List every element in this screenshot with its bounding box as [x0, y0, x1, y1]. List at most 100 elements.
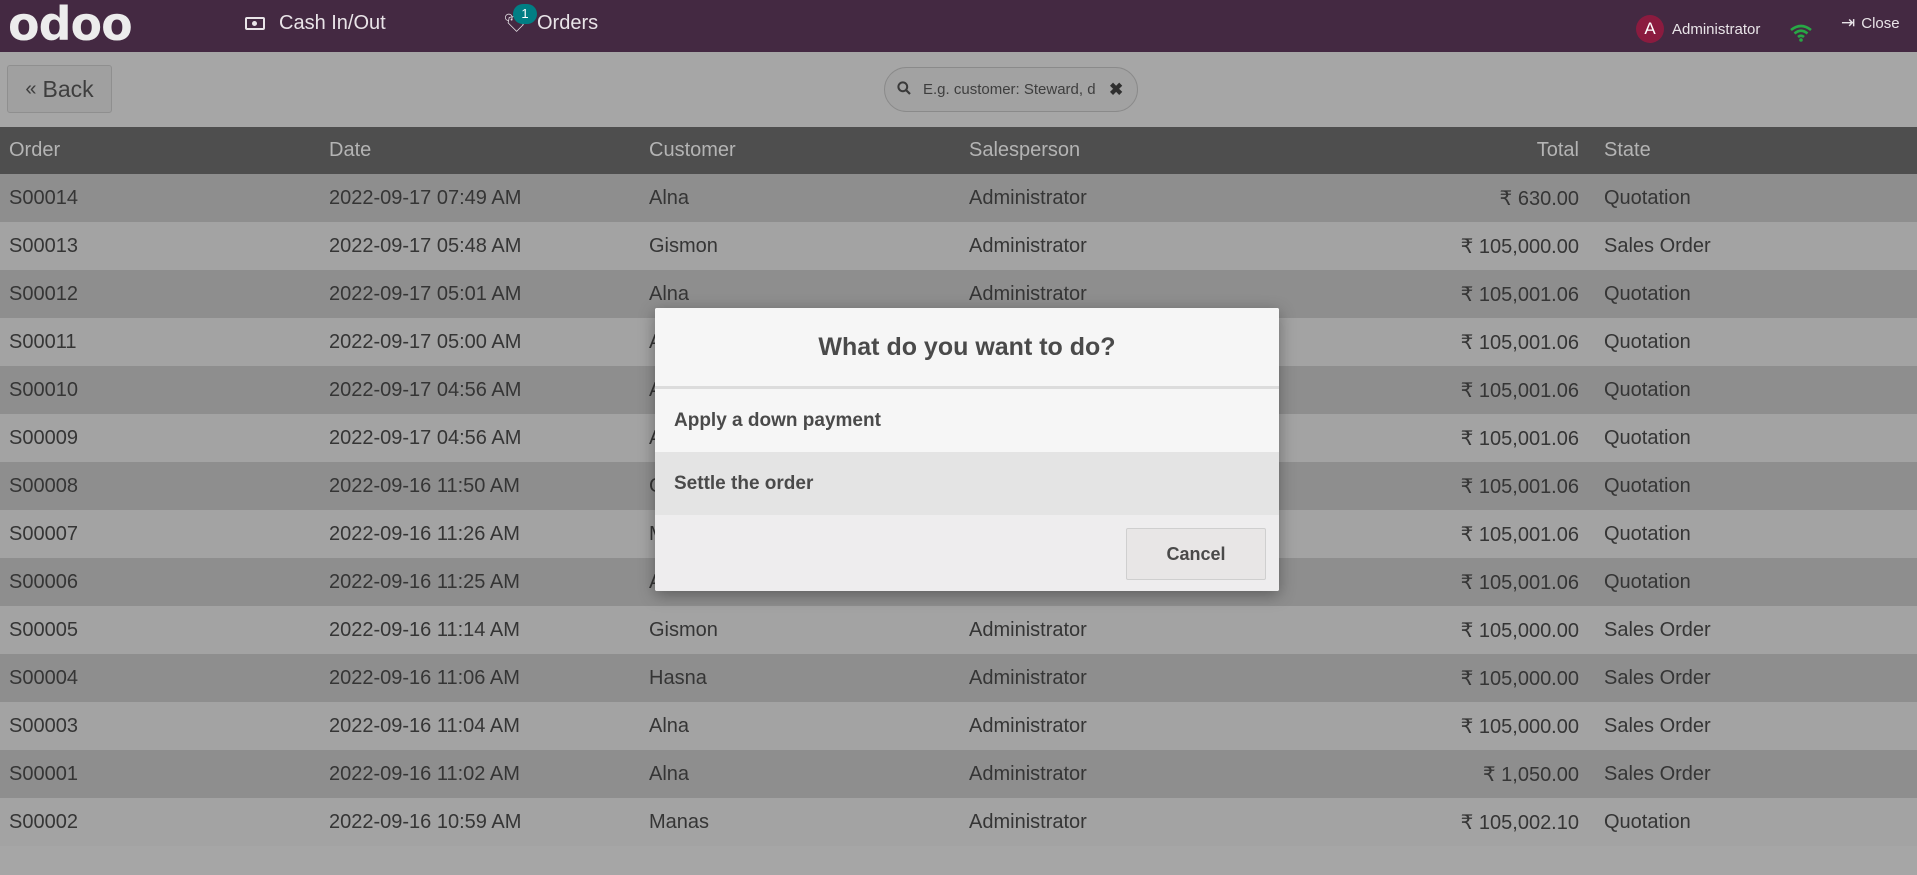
cell-salesperson: Administrator	[960, 750, 1280, 798]
table-row[interactable]: S00014 2022-09-17 07:49 AM Alna Administrat…	[0, 174, 1917, 222]
cell-customer: Alna	[640, 750, 960, 798]
cell-date: 2022-09-17 04:56 AM	[320, 366, 640, 414]
cell-total: ₹ 105,000.00	[1280, 654, 1579, 702]
cell-date: 2022-09-16 11:50 AM	[320, 462, 640, 510]
cell-state: Quotation	[1579, 414, 1917, 462]
cell-order: S00009	[0, 414, 320, 462]
cell-customer: Gismon	[640, 606, 960, 654]
table-row[interactable]: S00003 2022-09-16 11:04 AM Alna Administrat…	[0, 702, 1917, 750]
cell-date: 2022-09-17 07:49 AM	[320, 174, 640, 222]
cell-order: S00008	[0, 462, 320, 510]
header-salesperson: Salesperson	[960, 127, 1280, 174]
table-row[interactable]: S00004 2022-09-16 11:06 AM Hasna Administra…	[0, 654, 1917, 702]
cancel-button[interactable]: Cancel	[1126, 528, 1266, 580]
settle-order-option[interactable]: Settle the order	[655, 452, 1279, 515]
top-navbar: odoo Cash In/Out 🏷︎ Orders 1 A Administr…	[0, 0, 1917, 52]
cell-total: ₹ 105,000.00	[1280, 606, 1579, 654]
cell-total: ₹ 105,000.00	[1280, 222, 1579, 270]
cell-order: S00001	[0, 750, 320, 798]
double-chevron-left-icon: «	[25, 77, 37, 100]
cell-total: ₹ 630.00	[1280, 174, 1579, 222]
cell-state: Quotation	[1579, 462, 1917, 510]
clear-search-icon[interactable]: ✖	[1109, 80, 1123, 100]
cell-salesperson: Administrator	[960, 222, 1280, 270]
cell-date: 2022-09-17 05:01 AM	[320, 270, 640, 318]
table-row[interactable]: S00002 2022-09-16 10:59 AM Manas Administra…	[0, 798, 1917, 846]
cell-customer: Gismon	[640, 222, 960, 270]
dialog-footer: Cancel	[655, 515, 1279, 591]
cell-date: 2022-09-16 11:25 AM	[320, 558, 640, 606]
header-customer: Customer	[640, 127, 960, 174]
apply-down-payment-option[interactable]: Apply a down payment	[655, 389, 1279, 452]
cell-total: ₹ 105,001.06	[1280, 558, 1579, 606]
dialog-title: What do you want to do?	[655, 308, 1279, 389]
control-bar: « Back ✖	[0, 52, 1917, 127]
cell-salesperson: Administrator	[960, 654, 1280, 702]
cell-order: S00002	[0, 798, 320, 846]
cell-order: S00013	[0, 222, 320, 270]
cell-order: S00007	[0, 510, 320, 558]
table-row[interactable]: S00001 2022-09-16 11:02 AM Alna Administrat…	[0, 750, 1917, 798]
cell-order: S00006	[0, 558, 320, 606]
cell-date: 2022-09-16 11:04 AM	[320, 702, 640, 750]
cell-total: ₹ 105,001.06	[1280, 510, 1579, 558]
cell-customer: Manas	[640, 798, 960, 846]
search-input[interactable]	[921, 80, 1103, 99]
cell-total: ₹ 105,000.00	[1280, 702, 1579, 750]
orders-count-badge: 1	[513, 4, 537, 24]
close-label: Close	[1861, 14, 1900, 32]
cash-in-out-label: Cash In/Out	[279, 12, 386, 34]
avatar: A	[1636, 15, 1664, 43]
cell-date: 2022-09-17 05:00 AM	[320, 318, 640, 366]
header-date: Date	[320, 127, 640, 174]
cell-date: 2022-09-16 11:26 AM	[320, 510, 640, 558]
cell-order: S00003	[0, 702, 320, 750]
table-row[interactable]: S00005 2022-09-16 11:14 AM Gismon Administr…	[0, 606, 1917, 654]
action-dialog: What do you want to do? Apply a down pay…	[655, 308, 1279, 591]
cell-state: Sales Order	[1579, 654, 1917, 702]
cell-salesperson: Administrator	[960, 798, 1280, 846]
cell-state: Sales Order	[1579, 222, 1917, 270]
cell-total: ₹ 105,001.06	[1280, 366, 1579, 414]
header-total: Total	[1280, 127, 1579, 174]
cell-date: 2022-09-16 11:02 AM	[320, 750, 640, 798]
cell-state: Quotation	[1579, 510, 1917, 558]
cell-state: Sales Order	[1579, 702, 1917, 750]
search-box[interactable]: ✖	[884, 67, 1138, 112]
cell-order: S00005	[0, 606, 320, 654]
cell-total: ₹ 105,001.06	[1280, 462, 1579, 510]
cell-date: 2022-09-17 05:48 AM	[320, 222, 640, 270]
table-row[interactable]: S00013 2022-09-17 05:48 AM Gismon Administr…	[0, 222, 1917, 270]
cell-date: 2022-09-16 10:59 AM	[320, 798, 640, 846]
cell-state: Quotation	[1579, 558, 1917, 606]
cell-total: ₹ 105,001.06	[1280, 414, 1579, 462]
user-name: Administrator	[1672, 20, 1761, 38]
cell-order: S00012	[0, 270, 320, 318]
cell-state: Quotation	[1579, 318, 1917, 366]
money-icon	[245, 16, 265, 30]
cell-total: ₹ 105,001.06	[1280, 270, 1579, 318]
cash-in-out-button[interactable]: Cash In/Out	[245, 0, 386, 46]
back-label: Back	[42, 75, 94, 102]
close-button[interactable]: ⇥ Close	[1841, 0, 1900, 46]
cell-state: Quotation	[1579, 798, 1917, 846]
cell-date: 2022-09-16 11:06 AM	[320, 654, 640, 702]
sign-out-icon: ⇥	[1841, 13, 1856, 32]
table-header-row: Order Date Customer Salesperson Total St…	[0, 127, 1917, 174]
cell-date: 2022-09-17 04:56 AM	[320, 414, 640, 462]
cell-salesperson: Administrator	[960, 702, 1280, 750]
cell-total: ₹ 1,050.00	[1280, 750, 1579, 798]
cell-customer: Alna	[640, 174, 960, 222]
cell-state: Sales Order	[1579, 750, 1917, 798]
odoo-logo: odoo	[8, 0, 133, 51]
cell-order: S00010	[0, 366, 320, 414]
user-menu[interactable]: A Administrator	[1636, 6, 1760, 52]
cell-date: 2022-09-16 11:14 AM	[320, 606, 640, 654]
cell-customer: Alna	[640, 702, 960, 750]
cell-customer: Hasna	[640, 654, 960, 702]
cell-state: Sales Order	[1579, 606, 1917, 654]
back-button[interactable]: « Back	[7, 65, 112, 113]
orders-label: Orders	[537, 12, 599, 34]
search-icon	[897, 80, 911, 99]
cell-order: S00014	[0, 174, 320, 222]
